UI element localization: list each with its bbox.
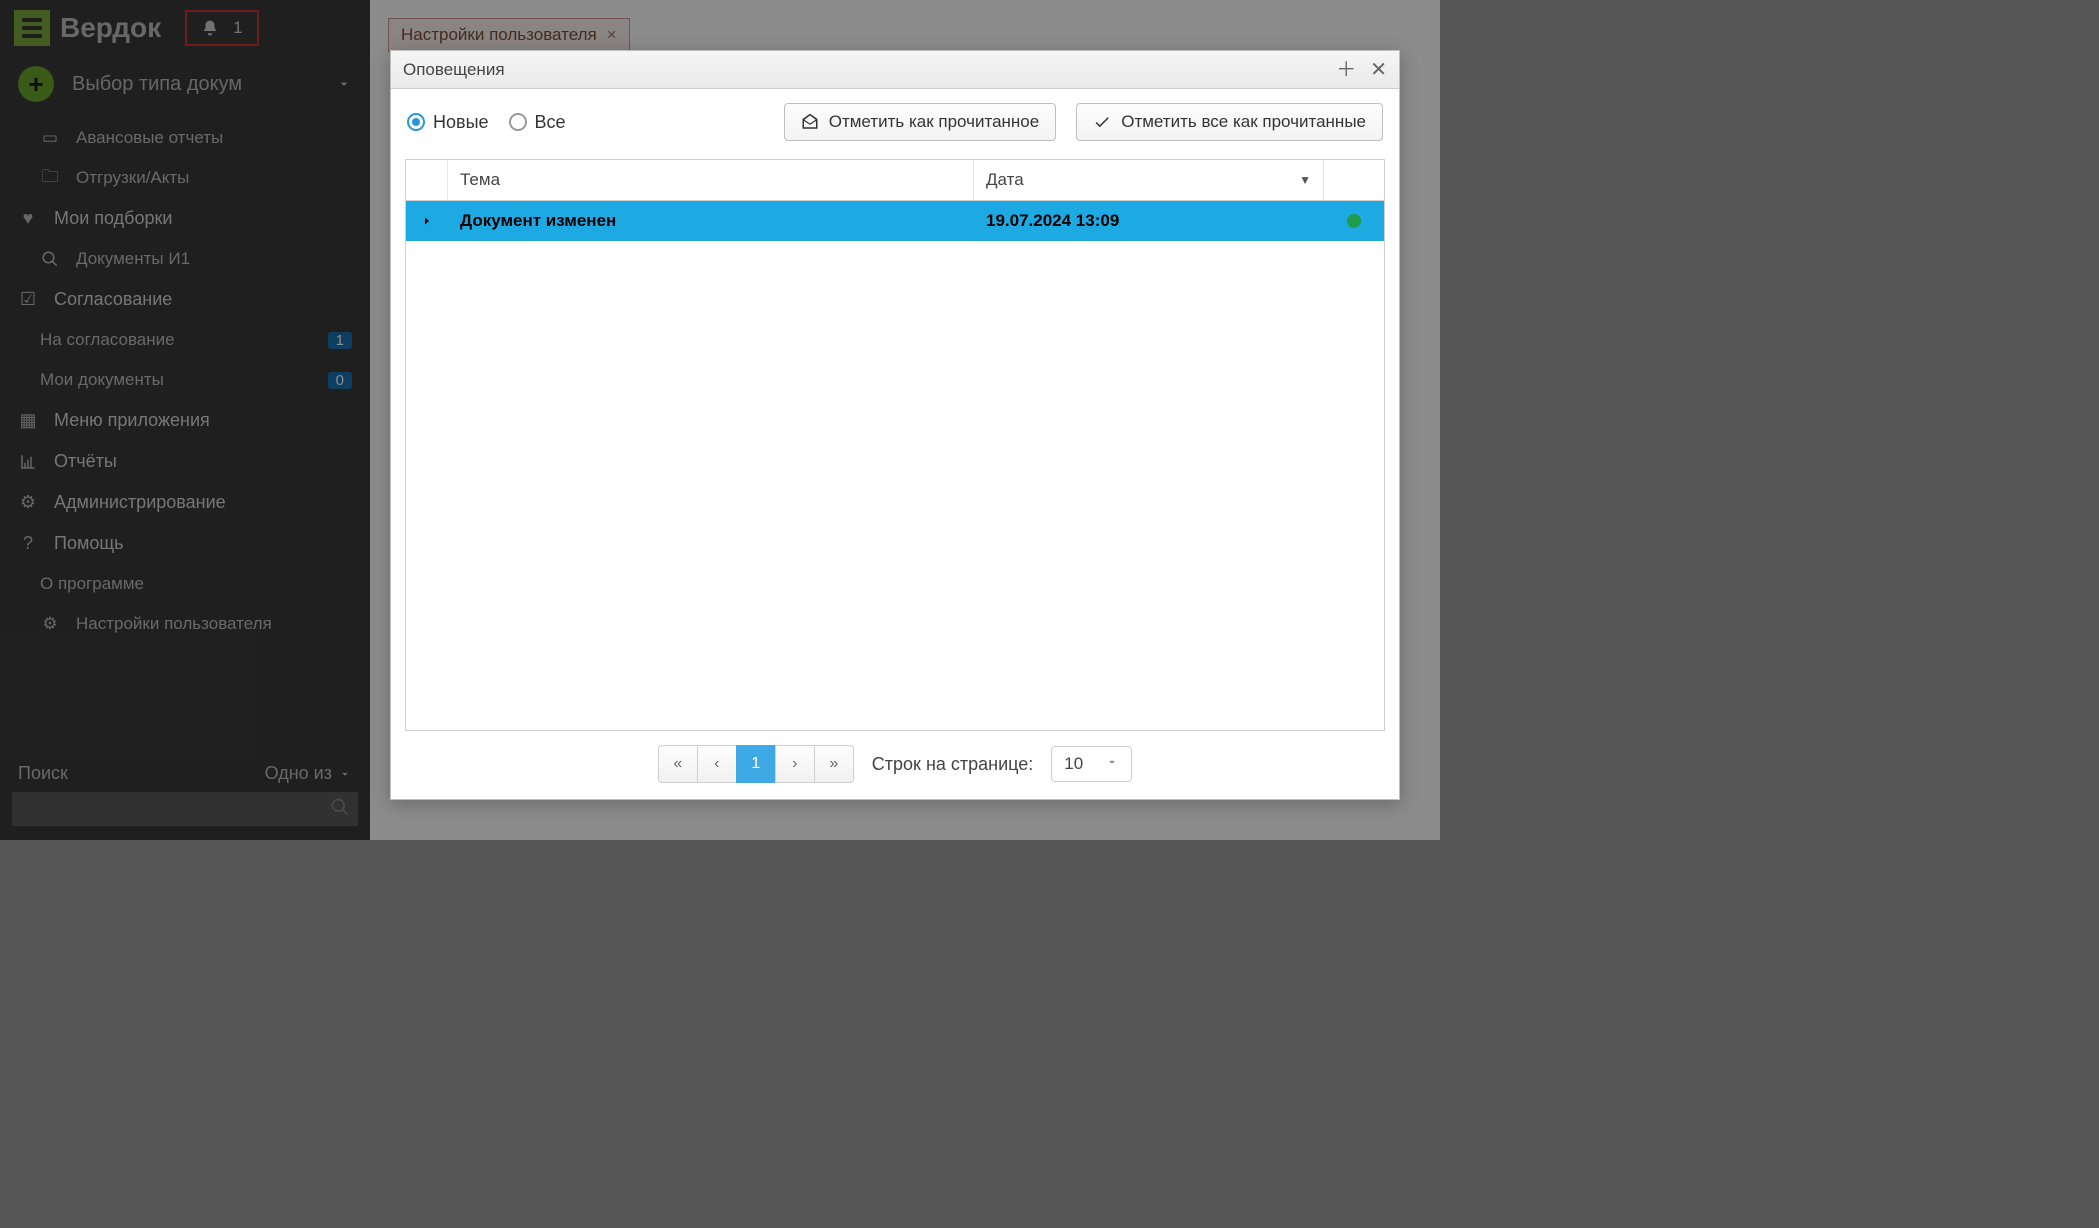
heart-icon: ♥ bbox=[18, 209, 38, 229]
notifications-modal: Оповещения ＋ ✕ Новые Все Отметить как пр… bbox=[390, 50, 1400, 800]
tab-user-settings[interactable]: Настройки пользователя × bbox=[388, 18, 630, 52]
search-label: Поиск bbox=[18, 763, 68, 784]
sidebar-item-label: Документы И1 bbox=[76, 249, 190, 269]
tab-label: Настройки пользователя bbox=[401, 25, 597, 45]
page-prev-button[interactable]: ‹ bbox=[697, 745, 737, 783]
count-badge: 0 bbox=[328, 372, 352, 389]
sidebar-item-label: Авансовые отчеты bbox=[76, 128, 223, 148]
sidebar-item-for-approval[interactable]: На согласование 1 bbox=[0, 320, 370, 360]
count-badge: 1 bbox=[328, 332, 352, 349]
notifications-grid: Тема Дата ▼ Документ изменен 19.07.2024 … bbox=[405, 159, 1385, 731]
sidebar-section-help[interactable]: ? Помощь bbox=[0, 523, 370, 564]
add-button[interactable]: ＋ bbox=[1336, 60, 1356, 80]
column-topic-header[interactable]: Тема bbox=[448, 160, 974, 200]
modal-title: Оповещения bbox=[403, 60, 505, 80]
chevron-down-icon bbox=[338, 767, 352, 781]
sidebar-item-label: Мои документы bbox=[40, 370, 164, 390]
bell-icon bbox=[201, 19, 219, 37]
doc-type-label: Выбор типа докум bbox=[72, 73, 242, 96]
mark-all-read-button[interactable]: Отметить все как прочитанные bbox=[1076, 103, 1383, 141]
rows-per-page-label: Строк на странице: bbox=[872, 754, 1033, 775]
sidebar-item-my-docs[interactable]: Мои документы 0 bbox=[0, 360, 370, 400]
sidebar-item-label: Отчёты bbox=[54, 451, 117, 472]
radio-label: Новые bbox=[433, 112, 489, 133]
logo-icon bbox=[14, 10, 50, 46]
folder-icon: 🗀 bbox=[40, 168, 60, 188]
sidebar-item-label: О программе bbox=[40, 574, 144, 594]
sidebar-item-label: Помощь bbox=[54, 533, 124, 554]
sidebar-item-user-settings[interactable]: ⚙ Настройки пользователя bbox=[0, 604, 370, 644]
brand-text: Вердок bbox=[60, 12, 161, 44]
sidebar-section-approval[interactable]: ☑ Согласование bbox=[0, 279, 370, 320]
column-label: Дата bbox=[986, 170, 1024, 190]
question-icon: ? bbox=[18, 534, 38, 554]
column-status bbox=[1324, 160, 1384, 200]
page-next-button[interactable]: › bbox=[775, 745, 815, 783]
grid-icon: ▦ bbox=[18, 411, 38, 431]
doc-type-selector[interactable]: + Выбор типа докум bbox=[0, 56, 370, 118]
column-expand bbox=[406, 160, 448, 200]
sidebar-item-expense[interactable]: ▭ Авансовые отчеты bbox=[0, 118, 370, 158]
sidebar-item-shipments[interactable]: 🗀 Отгрузки/Акты bbox=[0, 158, 370, 198]
search-icon[interactable] bbox=[330, 797, 350, 822]
bar-chart-icon bbox=[18, 452, 38, 472]
rows-per-page-select[interactable]: 10 bbox=[1051, 746, 1132, 782]
page-number: 1 bbox=[751, 755, 760, 773]
close-button[interactable]: ✕ bbox=[1370, 60, 1387, 80]
sidebar-item-label: Согласование bbox=[54, 289, 172, 310]
sidebar-item-label: На согласование bbox=[40, 330, 175, 350]
rows-per-page-value: 10 bbox=[1064, 754, 1083, 774]
check-square-icon: ☑ bbox=[18, 290, 38, 310]
sidebar-item-label: Отгрузки/Акты bbox=[76, 168, 189, 188]
plus-circle-icon: + bbox=[18, 66, 54, 102]
envelope-open-icon bbox=[801, 113, 819, 131]
modal-header: Оповещения ＋ ✕ bbox=[391, 51, 1399, 89]
radio-dot-icon bbox=[509, 113, 527, 131]
row-date: 19.07.2024 13:09 bbox=[974, 201, 1324, 241]
sidebar-item-docs-i1[interactable]: Документы И1 bbox=[0, 239, 370, 279]
notifications-count: 1 bbox=[233, 18, 242, 38]
radio-all[interactable]: Все bbox=[509, 112, 566, 133]
sort-desc-icon: ▼ bbox=[1299, 173, 1311, 187]
radio-new[interactable]: Новые bbox=[407, 112, 489, 133]
column-label: Тема bbox=[460, 170, 500, 189]
close-icon[interactable]: × bbox=[607, 25, 617, 45]
search-icon bbox=[40, 249, 60, 269]
mark-read-button[interactable]: Отметить как прочитанное bbox=[784, 103, 1057, 141]
sidebar-section-favorites[interactable]: ♥ Мои подборки bbox=[0, 198, 370, 239]
sidebar-item-label: Мои подборки bbox=[54, 208, 172, 229]
gear-icon: ⚙ bbox=[40, 614, 60, 634]
sidebar-section-menu-app[interactable]: ▦ Меню приложения bbox=[0, 400, 370, 441]
sidebar-item-label: Настройки пользователя bbox=[76, 614, 272, 634]
sidebar-item-about[interactable]: О программе bbox=[0, 564, 370, 604]
search-input[interactable] bbox=[12, 792, 358, 826]
pagination: « ‹ 1 › » bbox=[658, 745, 854, 783]
radio-label: Все bbox=[535, 112, 566, 133]
sidebar-item-label: Меню приложения bbox=[54, 410, 210, 431]
page-last-button[interactable]: » bbox=[814, 745, 854, 783]
file-icon: ▭ bbox=[40, 128, 60, 148]
gear-icon: ⚙ bbox=[18, 493, 38, 513]
sidebar-section-reports[interactable]: Отчёты bbox=[0, 441, 370, 482]
table-row[interactable]: Документ изменен 19.07.2024 13:09 bbox=[406, 201, 1384, 241]
search-mode-dropdown[interactable]: Одно из bbox=[265, 763, 352, 784]
page-number-button[interactable]: 1 bbox=[736, 745, 776, 783]
sidebar-item-label: Администрирование bbox=[54, 492, 226, 513]
chevron-right-icon bbox=[421, 215, 433, 227]
notifications-button[interactable]: 1 bbox=[185, 10, 258, 46]
check-icon bbox=[1093, 113, 1111, 131]
sidebar: Вердок 1 + Выбор типа докум ▭ Авансовые … bbox=[0, 0, 370, 840]
sidebar-section-admin[interactable]: ⚙ Администрирование bbox=[0, 482, 370, 523]
search-mode-label: Одно из bbox=[265, 763, 332, 784]
row-topic: Документ изменен bbox=[448, 201, 974, 241]
column-date-header[interactable]: Дата ▼ bbox=[974, 160, 1324, 200]
radio-dot-icon bbox=[407, 113, 425, 131]
status-unread-icon bbox=[1347, 214, 1361, 228]
button-label: Отметить все как прочитанные bbox=[1121, 112, 1366, 132]
chevron-down-icon bbox=[336, 76, 352, 92]
page-first-button[interactable]: « bbox=[658, 745, 698, 783]
logo[interactable]: Вердок bbox=[14, 10, 161, 46]
button-label: Отметить как прочитанное bbox=[829, 112, 1040, 132]
chevron-down-icon bbox=[1105, 754, 1119, 774]
